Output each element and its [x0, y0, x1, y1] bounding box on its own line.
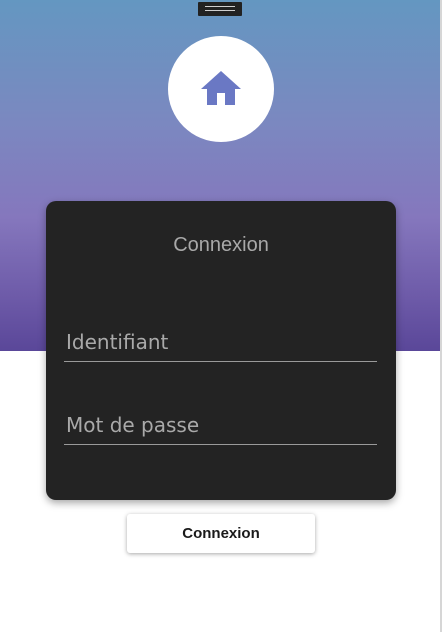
home-icon — [201, 71, 241, 105]
drag-handle[interactable] — [198, 2, 242, 16]
drag-handle-line — [205, 10, 235, 11]
drag-handle-line — [205, 6, 235, 7]
app-logo — [168, 36, 274, 142]
password-input[interactable] — [64, 411, 377, 445]
login-button[interactable]: Connexion — [127, 514, 315, 553]
login-card: Connexion — [46, 201, 396, 500]
login-title: Connexion — [173, 234, 269, 256]
login-screen: Connexion Connexion — [0, 0, 442, 632]
username-input[interactable] — [64, 328, 377, 362]
